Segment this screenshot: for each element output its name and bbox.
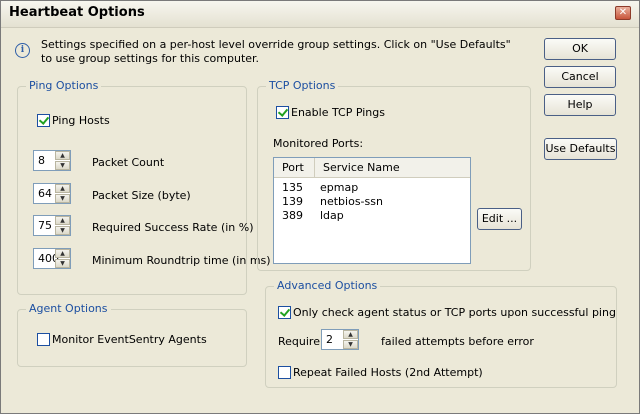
column-header-service[interactable]: Service Name xyxy=(314,158,466,178)
only-check-checkbox[interactable] xyxy=(278,306,291,319)
require-label: Require xyxy=(278,335,320,348)
success-rate-label: Required Success Rate (in %) xyxy=(92,221,254,234)
repeat-failed-label: Repeat Failed Hosts (2nd Attempt) xyxy=(293,366,483,379)
service-cell: netbios-ssn xyxy=(320,195,383,208)
spin-up-icon[interactable]: ▲ xyxy=(55,216,70,225)
packet-count-label: Packet Count xyxy=(92,156,165,169)
title-bar[interactable]: Heartbeat Options ✕ xyxy=(1,1,639,28)
use-defaults-button[interactable]: Use Defaults xyxy=(544,138,617,160)
spin-down-icon[interactable]: ▼ xyxy=(55,226,70,235)
packet-count-value[interactable]: 8 xyxy=(38,154,45,167)
info-message: Settings specified on a per-host level o… xyxy=(41,38,511,65)
repeat-failed-checkbox[interactable] xyxy=(278,366,291,379)
spin-up-icon[interactable]: ▲ xyxy=(55,249,70,258)
advanced-options-title: Advanced Options xyxy=(274,279,381,292)
enable-tcp-label: Enable TCP Pings xyxy=(291,106,385,119)
spin-down-icon[interactable]: ▼ xyxy=(55,161,70,170)
monitored-ports-label: Monitored Ports: xyxy=(273,137,364,150)
ping-hosts-checkbox[interactable] xyxy=(37,114,50,127)
agent-options-title: Agent Options xyxy=(26,302,111,315)
port-cell: 135 xyxy=(282,181,303,194)
close-button[interactable]: ✕ xyxy=(615,6,631,20)
monitored-ports-list[interactable]: Port Service Name 135 epmap 139 netbios-… xyxy=(273,157,471,264)
spin-up-icon[interactable]: ▲ xyxy=(55,151,70,160)
edit-ports-button[interactable]: Edit ... xyxy=(477,208,522,230)
window-title: Heartbeat Options xyxy=(9,5,145,20)
close-icon: ✕ xyxy=(618,7,628,18)
packet-size-value[interactable]: 64 xyxy=(38,187,52,200)
port-cell: 139 xyxy=(282,195,303,208)
tcp-options-title: TCP Options xyxy=(266,79,339,92)
ok-button[interactable]: OK xyxy=(544,38,616,60)
monitor-agents-label: Monitor EventSentry Agents xyxy=(52,333,207,346)
roundtrip-label: Minimum Roundtrip time (in ms) xyxy=(92,254,271,267)
cancel-button[interactable]: Cancel xyxy=(544,66,616,88)
header-spacer xyxy=(466,158,470,178)
packet-size-label: Packet Size (byte) xyxy=(92,189,191,202)
packet-count-spinner[interactable]: 8 ▲ ▼ xyxy=(33,150,71,171)
column-header-port[interactable]: Port xyxy=(274,158,314,178)
failed-attempts-label: failed attempts before error xyxy=(381,335,534,348)
enable-tcp-checkbox[interactable] xyxy=(276,106,289,119)
spin-up-icon[interactable]: ▲ xyxy=(55,184,70,193)
help-button[interactable]: Help xyxy=(544,94,616,116)
packet-size-spinner[interactable]: 64 ▲ ▼ xyxy=(33,183,71,204)
info-icon: i xyxy=(15,43,30,58)
spin-down-icon[interactable]: ▼ xyxy=(55,194,70,203)
monitor-agents-checkbox[interactable] xyxy=(37,333,50,346)
ping-hosts-label: Ping Hosts xyxy=(52,114,110,127)
only-check-label: Only check agent status or TCP ports upo… xyxy=(293,306,616,319)
roundtrip-spinner[interactable]: 400 ▲ ▼ xyxy=(33,248,71,269)
require-attempts-value[interactable]: 2 xyxy=(326,333,333,346)
ping-options-title: Ping Options xyxy=(26,79,102,92)
success-rate-spinner[interactable]: 75 ▲ ▼ xyxy=(33,215,71,236)
require-attempts-spinner[interactable]: 2 ▲ ▼ xyxy=(321,329,359,350)
service-cell: ldap xyxy=(320,209,344,222)
service-cell: epmap xyxy=(320,181,359,194)
success-rate-value[interactable]: 75 xyxy=(38,219,52,232)
heartbeat-options-dialog: Heartbeat Options ✕ i Settings specified… xyxy=(0,0,640,414)
spin-up-icon[interactable]: ▲ xyxy=(343,330,358,339)
spin-down-icon[interactable]: ▼ xyxy=(343,340,358,349)
spin-down-icon[interactable]: ▼ xyxy=(55,259,70,268)
port-cell: 389 xyxy=(282,209,303,222)
